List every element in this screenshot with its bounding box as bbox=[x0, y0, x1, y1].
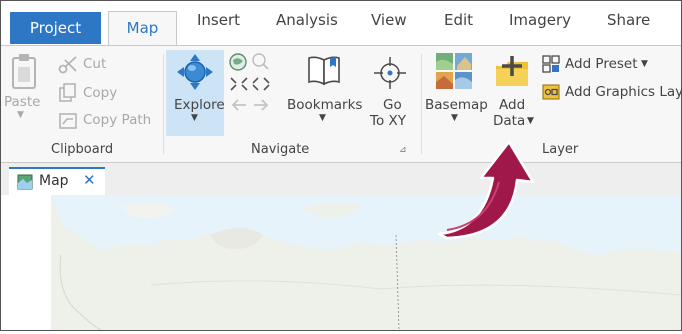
copy-label: Copy bbox=[83, 85, 118, 101]
map-icon bbox=[17, 174, 33, 190]
scissors-icon bbox=[58, 56, 77, 74]
clipboard-group-label: Clipboard bbox=[51, 142, 114, 157]
tab-share[interactable]: Share bbox=[607, 11, 650, 29]
navigate-dialog-launcher-icon[interactable]: ⊿ bbox=[399, 145, 407, 155]
map-canvas[interactable] bbox=[1, 195, 682, 331]
tab-view[interactable]: View bbox=[371, 11, 407, 29]
paste-label: Paste bbox=[4, 94, 41, 110]
map-view-tab-label: Map bbox=[39, 173, 69, 189]
group-separator bbox=[163, 54, 164, 154]
close-icon[interactable]: ✕ bbox=[83, 171, 96, 189]
layer-group-label: Layer bbox=[542, 142, 579, 157]
basemap-label: Basemap bbox=[425, 97, 488, 113]
go-to-xy-label-line2: To XY bbox=[370, 113, 406, 129]
zoom-selection-icon bbox=[252, 53, 269, 70]
basemap-icon bbox=[436, 53, 472, 89]
fixed-zoom-in-icon bbox=[230, 77, 248, 91]
ribbon: Paste ▼ Cut Copy Copy Path Clipboard Exp… bbox=[1, 45, 682, 163]
cut-label: Cut bbox=[83, 56, 107, 72]
tab-edit[interactable]: Edit bbox=[444, 11, 473, 29]
tab-analysis[interactable]: Analysis bbox=[276, 11, 338, 29]
paste-dropdown-icon: ▼ bbox=[17, 110, 24, 120]
basemap-rendering bbox=[1, 195, 682, 331]
fixed-zoom-out-icon bbox=[252, 77, 270, 91]
tab-project[interactable]: Project bbox=[10, 12, 101, 44]
graphics-layer-icon bbox=[542, 84, 560, 100]
add-data-icon bbox=[496, 56, 528, 86]
group-separator bbox=[421, 54, 422, 154]
view-tab-strip: Map ✕ bbox=[1, 163, 681, 195]
callout-arrow-icon bbox=[437, 140, 535, 240]
copy-path-icon bbox=[59, 113, 77, 129]
add-data-label-line1: Add bbox=[499, 97, 526, 113]
explore-label: Explore bbox=[174, 97, 225, 113]
add-data-label-line2: Data bbox=[493, 113, 526, 129]
ribbon-tab-bar: Project Map Insert Analysis View Edit Im… bbox=[1, 1, 681, 47]
add-preset-icon bbox=[542, 55, 560, 73]
copy-icon bbox=[59, 83, 76, 102]
explore-dropdown-icon: ▼ bbox=[191, 113, 198, 123]
arrow-right-icon bbox=[254, 99, 269, 111]
clipboard-icon bbox=[12, 54, 36, 89]
basemap-dropdown-icon: ▼ bbox=[451, 113, 458, 123]
navigate-group-label: Navigate bbox=[251, 142, 310, 157]
tab-insert[interactable]: Insert bbox=[197, 11, 240, 29]
bookmarks-label: Bookmarks bbox=[287, 97, 363, 113]
crosshair-icon bbox=[374, 57, 406, 89]
add-preset-label: Add Preset bbox=[565, 56, 638, 72]
book-icon bbox=[308, 56, 340, 86]
tab-imagery[interactable]: Imagery bbox=[509, 11, 571, 29]
bookmarks-dropdown-icon: ▼ bbox=[319, 113, 326, 123]
arrow-left-icon bbox=[231, 99, 246, 111]
full-extent-icon bbox=[229, 53, 247, 71]
go-to-xy-label-line1: Go bbox=[383, 97, 402, 113]
copy-path-label: Copy Path bbox=[83, 112, 152, 128]
add-data-dropdown-icon: ▼ bbox=[527, 116, 534, 126]
explore-icon bbox=[177, 54, 213, 90]
add-graphics-layer-label: Add Graphics Laye bbox=[565, 84, 682, 100]
tab-map[interactable]: Map bbox=[108, 11, 177, 47]
map-view-tab[interactable]: Map ✕ bbox=[9, 167, 105, 195]
add-preset-dropdown-icon: ▼ bbox=[641, 59, 648, 69]
